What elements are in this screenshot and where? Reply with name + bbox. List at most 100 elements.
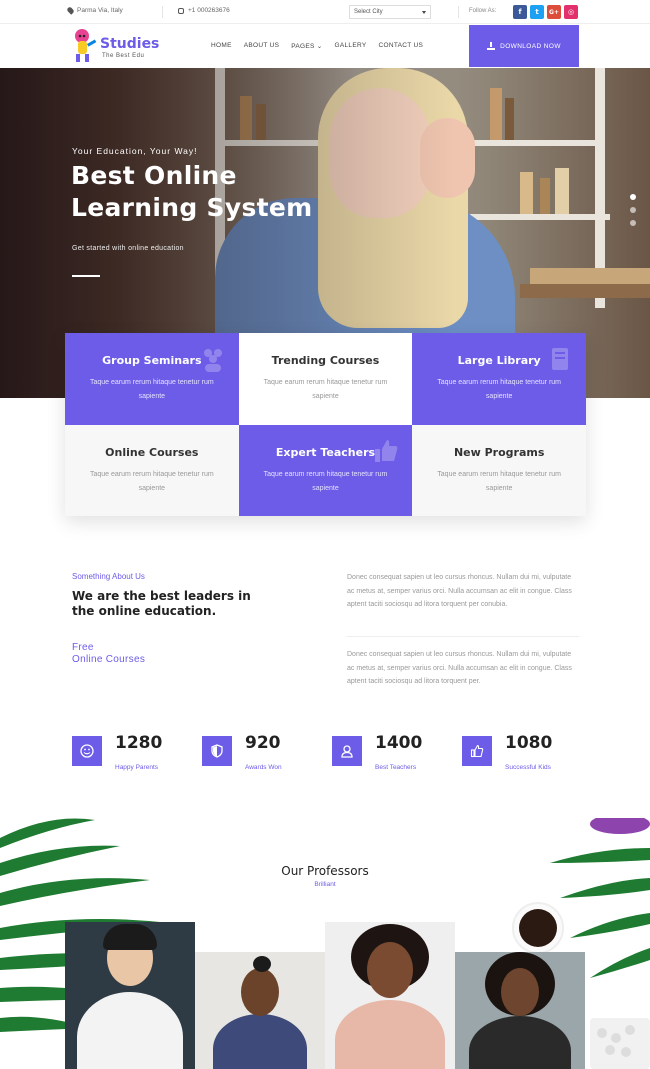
mascot-logo-icon <box>75 29 97 62</box>
twitter-icon[interactable]: t <box>530 5 544 19</box>
instagram-icon[interactable]: ◎ <box>564 5 578 19</box>
section-subtitle: Brilliant <box>314 881 336 888</box>
nav-pages[interactable]: PAGES ⌄ <box>291 42 322 50</box>
location-info: Parma Via, Italy <box>66 6 123 15</box>
nav-about-us[interactable]: ABOUT US <box>244 42 280 50</box>
professor-photo-face <box>501 968 539 1016</box>
chevron-down-icon <box>422 10 426 14</box>
feature-description: Taque earum rerum hitaque tenetur rum sa… <box>437 470 562 492</box>
feature-card-expert-teachers[interactable]: Expert Teachers Taque earum rerum hitaqu… <box>238 424 413 516</box>
smile-icon <box>72 736 102 766</box>
hero-title-line-1: Best Online <box>71 161 237 190</box>
stat-number: 1080 <box>505 733 553 753</box>
slider-dot[interactable] <box>630 194 636 200</box>
professor-photo-hair <box>253 956 271 972</box>
features-grid: Group Seminars Taque earum rerum hitaque… <box>65 333 586 516</box>
stat-label: Happy Parents <box>115 764 158 771</box>
about-paragraph-2: Donec consequat sapien ut leo cursus rho… <box>347 651 572 685</box>
follow-label: Follow As: <box>469 8 497 14</box>
free-courses-link[interactable]: Free Online Courses <box>72 642 145 666</box>
location-text: Parma Via, Italy <box>77 7 123 14</box>
professor-photo-body <box>469 1016 571 1069</box>
professor-card[interactable] <box>325 922 455 1069</box>
stat-label: Awards Won <box>245 764 282 771</box>
slider-dots <box>630 194 636 226</box>
thumbs-up-icon <box>375 439 398 462</box>
group-icon <box>203 349 222 372</box>
professor-photo-face <box>241 968 279 1016</box>
stat-label: Best Teachers <box>375 764 417 771</box>
download-now-button[interactable]: DOWNLOAD NOW <box>469 25 579 67</box>
feature-description: Taque earum rerum hitaque tenetur rum sa… <box>263 379 388 400</box>
professor-photo-face <box>367 942 413 998</box>
divider <box>347 636 579 637</box>
hero-title-line-2: Learning System <box>71 193 313 222</box>
feature-title: Trending Courses <box>271 354 380 367</box>
professors-section: Our Professors Brilliant <box>0 818 650 1069</box>
phone-icon <box>178 7 184 14</box>
feature-card-new-programs[interactable]: New Programs Taque earum rerum hitaque t… <box>412 424 586 516</box>
divider <box>458 6 459 18</box>
city-select[interactable]: Select City <box>349 5 431 19</box>
feature-card-large-library[interactable]: Large Library Taque earum rerum hitaque … <box>412 333 586 425</box>
logo-subtitle: The Best Edu <box>102 53 145 59</box>
thumbs-up-icon <box>462 736 492 766</box>
slider-dot[interactable] <box>630 207 636 213</box>
stat-number: 920 <box>245 733 281 753</box>
map-pin-icon <box>66 6 75 15</box>
feature-description: Taque earum rerum hitaque tenetur rum sa… <box>89 379 214 400</box>
feature-title: Large Library <box>457 354 541 367</box>
phone-text: +1 000263676 <box>188 7 230 14</box>
feature-card-trending-courses[interactable]: Trending Courses Taque earum rerum hitaq… <box>238 333 413 425</box>
logo[interactable]: Studies The Best Edu <box>70 24 160 68</box>
user-icon <box>332 736 362 766</box>
feature-title: Online Courses <box>105 445 199 459</box>
feature-card-online-courses[interactable]: Online Courses Taque earum rerum hitaque… <box>65 424 239 516</box>
hero-subtitle: Get started with online education <box>72 245 184 252</box>
professor-card[interactable] <box>65 922 195 1069</box>
slider-dot[interactable] <box>630 220 636 226</box>
stat-number: 1280 <box>115 733 163 753</box>
top-bar: Parma Via, Italy +1 000263676 Select Cit… <box>0 0 650 24</box>
facebook-icon[interactable]: f <box>513 5 527 19</box>
hero-kicker: Your Education, Your Way! <box>72 146 198 156</box>
nav-home[interactable]: HOME <box>211 42 232 50</box>
download-label: DOWNLOAD NOW <box>500 42 561 50</box>
feature-description: Taque earum rerum hitaque tenetur rum sa… <box>437 379 562 400</box>
professor-photo-body <box>213 1014 307 1069</box>
city-select-value: Select City <box>354 9 383 15</box>
free-courses-line-2: Online Courses <box>72 654 146 665</box>
professor-photo-hair <box>103 924 157 950</box>
hero-divider <box>72 275 100 277</box>
coffee-image <box>519 909 557 947</box>
feature-title: Group Seminars <box>102 354 202 367</box>
professor-card[interactable] <box>195 952 325 1069</box>
stat-label: Successful Kids <box>505 764 551 771</box>
phone-info: +1 000263676 <box>178 7 230 14</box>
feature-card-group-seminars[interactable]: Group Seminars Taque earum rerum hitaque… <box>65 333 239 425</box>
book-icon <box>552 348 568 370</box>
shield-icon <box>202 736 232 766</box>
section-title: Our Professors <box>281 864 369 878</box>
nav-gallery[interactable]: GALLERY <box>335 42 367 50</box>
hero-title: Best Online Learning System <box>71 160 331 224</box>
professor-photo-body <box>335 1000 445 1069</box>
feature-description: Taque earum rerum hitaque tenetur rum sa… <box>263 470 388 492</box>
main-nav: HOME ABOUT US PAGES ⌄ GALLERY CONTACT US <box>211 42 423 50</box>
professor-photo-body <box>77 992 183 1069</box>
google-plus-icon[interactable]: G+ <box>547 5 561 19</box>
feature-title: New Programs <box>453 445 545 459</box>
professor-card[interactable] <box>455 952 585 1069</box>
logo-title: Studies <box>100 36 160 52</box>
nav-contact-us[interactable]: CONTACT US <box>378 42 423 50</box>
feature-description: Taque earum rerum hitaque tenetur rum sa… <box>89 470 214 492</box>
about-paragraph-1: Donec consequat sapien ut leo cursus rho… <box>347 574 572 608</box>
free-courses-line-1: Free <box>72 642 94 653</box>
about-title: We are the best leaders in the online ed… <box>72 589 251 618</box>
site-header: Studies The Best Edu HOME ABOUT US PAGES… <box>0 24 650 68</box>
about-kicker: Something About Us <box>72 572 145 581</box>
divider <box>162 6 163 18</box>
stat-number: 1400 <box>375 733 423 753</box>
download-icon <box>487 42 496 50</box>
feature-title: Expert Teachers <box>275 445 376 459</box>
